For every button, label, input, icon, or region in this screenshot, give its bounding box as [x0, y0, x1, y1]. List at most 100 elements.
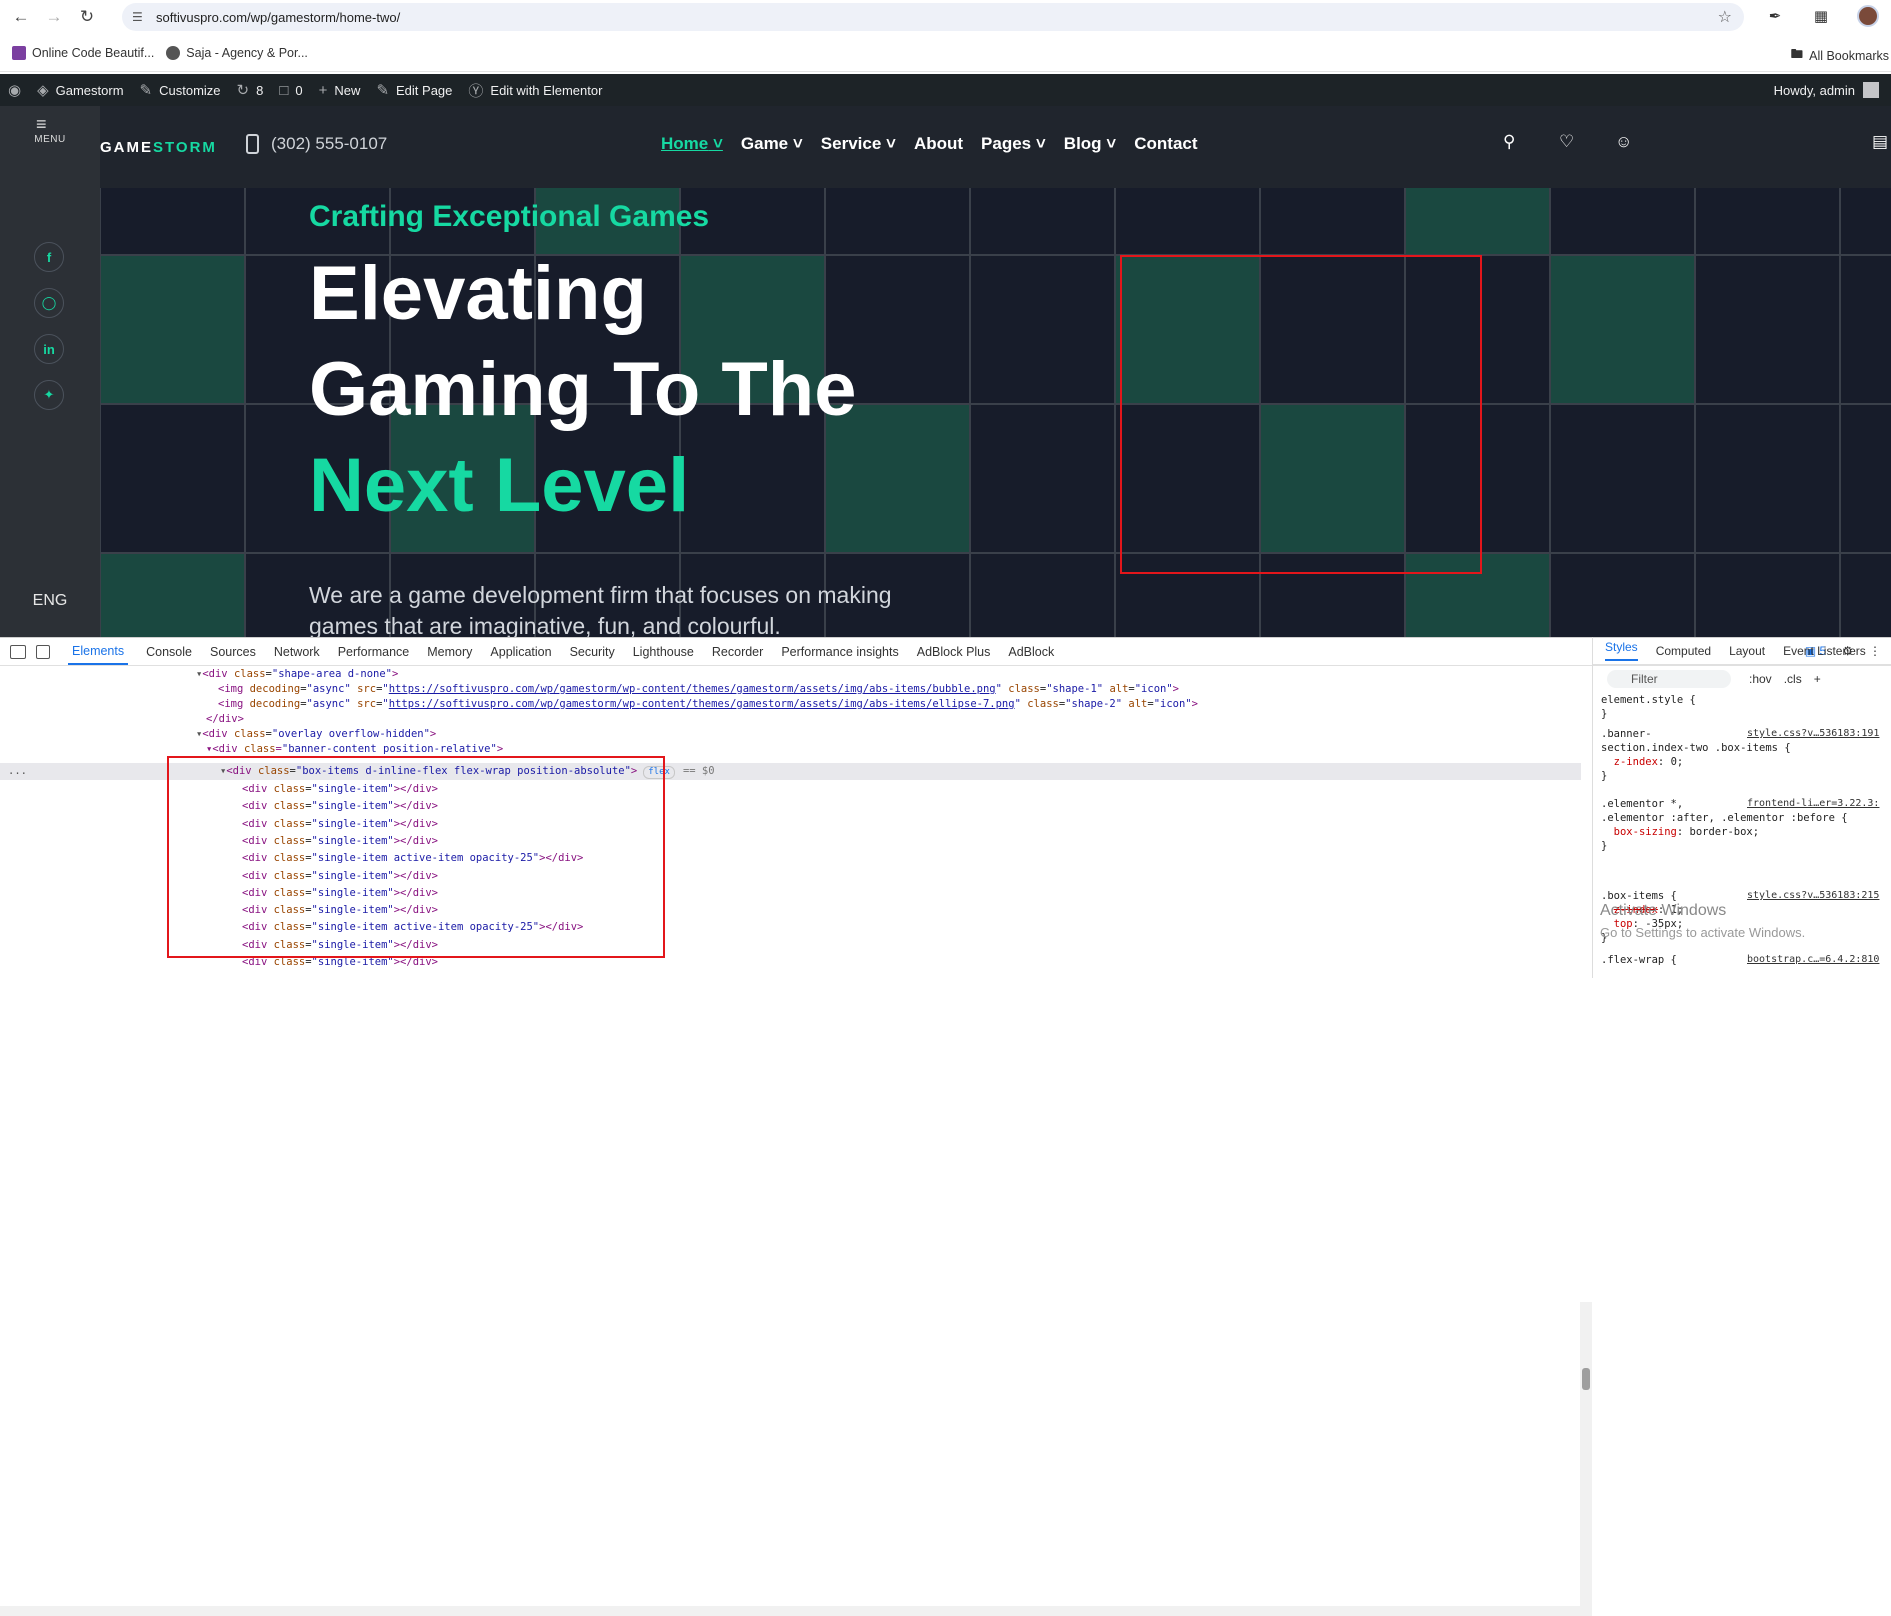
phone-icon: [246, 134, 259, 154]
tab-performance-insights[interactable]: Performance insights: [781, 639, 898, 665]
url-text[interactable]: softivuspro.com/wp/gamestorm/home-two/: [156, 10, 400, 25]
bookmark-item[interactable]: Online Code Beautif...: [12, 45, 154, 60]
brush-icon: ✎: [139, 82, 153, 99]
cls-toggle[interactable]: .cls: [1784, 672, 1802, 686]
nav-home[interactable]: Home ˅: [661, 134, 723, 154]
plus-icon: +: [318, 81, 328, 99]
dom-scrollbar-thumb[interactable]: [1582, 1368, 1590, 1390]
nav-contact[interactable]: Contact: [1134, 134, 1197, 154]
grid-cell: [1695, 404, 1840, 553]
styles-filter-input[interactable]: Filter: [1607, 670, 1731, 688]
grid-cell: [1550, 553, 1695, 637]
device-toggle-icon[interactable]: [36, 644, 50, 659]
reload-icon[interactable]: ↻: [75, 5, 99, 29]
user-icon[interactable]: ☺: [1615, 132, 1632, 152]
admin-updates[interactable]: ↻ 8: [237, 81, 264, 99]
bookmark-favicon: [12, 45, 26, 60]
tab-styles[interactable]: Styles: [1605, 640, 1638, 661]
tab-lighthouse[interactable]: Lighthouse: [633, 639, 694, 665]
dashboard-icon: ◈: [37, 82, 49, 99]
linkedin-icon[interactable]: in: [34, 334, 64, 364]
browser-toolbar: ← → ↻ ☰ softivuspro.com/wp/gamestorm/hom…: [0, 0, 1891, 34]
nav-pages[interactable]: Pages ˅: [981, 134, 1046, 154]
inspect-icon[interactable]: [10, 644, 26, 659]
tab-performance[interactable]: Performance: [338, 639, 410, 665]
horizontal-scrollbar[interactable]: [0, 1606, 1580, 1616]
bookmarks-bar: Online Code Beautif... Saja - Agency & P…: [0, 34, 1891, 72]
nav-service[interactable]: Service ˅: [821, 134, 896, 154]
admin-comments[interactable]: □ 0: [279, 82, 302, 99]
style-rule[interactable]: .flex-wrap {bootstrap.c…=6.4.2:810: [1601, 953, 1879, 967]
eyedropper-icon[interactable]: ✒: [1765, 6, 1785, 26]
bookmark-star-icon[interactable]: ☆: [1718, 7, 1732, 27]
tab-elements[interactable]: Elements: [68, 638, 129, 665]
menu-icon[interactable]: ≡: [36, 114, 60, 135]
tab-console[interactable]: Console: [146, 639, 192, 665]
address-bar[interactable]: ☰ softivuspro.com/wp/gamestorm/home-two/…: [122, 3, 1744, 31]
search-icon[interactable]: ⚲: [1503, 132, 1515, 152]
site-header: GAMESTORM (302) 555-0107 Home ˅ Game ˅ S…: [100, 106, 1891, 188]
nav-game[interactable]: Game ˅: [741, 134, 803, 154]
back-icon[interactable]: ←: [9, 5, 33, 29]
site-viewport: GAMESTORM (302) 555-0107 Home ˅ Game ˅ S…: [0, 106, 1891, 637]
tab-sources[interactable]: Sources: [210, 639, 256, 665]
nav-blog[interactable]: Blog ˅: [1064, 134, 1116, 154]
twitter-icon[interactable]: ✦: [34, 380, 64, 410]
tab-event-listeners[interactable]: Event Listeners: [1783, 644, 1866, 658]
style-rule[interactable]: .banner- section.index-two .box-items { …: [1601, 727, 1879, 783]
tab-application[interactable]: Application: [490, 639, 551, 665]
grid-cell: [1695, 553, 1840, 637]
highlight-box-page: [1120, 255, 1482, 574]
tab-memory[interactable]: Memory: [427, 639, 472, 665]
heart-icon[interactable]: ♡: [1559, 132, 1574, 152]
tab-recorder[interactable]: Recorder: [712, 639, 763, 665]
extensions-icon[interactable]: ▦: [1811, 6, 1831, 26]
wordpress-logo-icon[interactable]: ◉: [8, 81, 21, 99]
updates-icon: ↻: [236, 82, 250, 99]
styles-tabs: Styles Computed Layout Event Listeners: [1593, 637, 1891, 665]
tab-computed[interactable]: Computed: [1656, 644, 1711, 658]
all-bookmarks-button[interactable]: 🖿 All Bookmarks: [1791, 45, 1889, 66]
admin-howdy[interactable]: Howdy, admin: [1774, 82, 1879, 98]
dom-scrollbar[interactable]: [1580, 1302, 1592, 1616]
dom-link[interactable]: https://softivuspro.com/wp/gamestorm/wp-…: [389, 698, 1015, 710]
site-logo[interactable]: GAMESTORM: [100, 139, 217, 156]
grid-cell: [1550, 404, 1695, 553]
admin-elementor[interactable]: Ⓨ Edit with Elementor: [468, 80, 602, 101]
language-switcher[interactable]: ENG: [0, 592, 100, 610]
menu-label[interactable]: MENU: [0, 134, 100, 145]
cart-icon[interactable]: ▤: [1872, 132, 1888, 152]
tab-security[interactable]: Security: [570, 639, 615, 665]
facebook-icon[interactable]: f: [34, 242, 64, 272]
admin-new[interactable]: + New: [319, 82, 361, 99]
tab-adblock[interactable]: AdBlock: [1008, 639, 1054, 665]
admin-customize[interactable]: ✎ Customize: [140, 81, 221, 99]
admin-edit-page[interactable]: ✎ Edit Page: [376, 81, 452, 99]
site-info-icon[interactable]: ☰: [132, 10, 150, 24]
hov-toggle[interactable]: :hov: [1749, 672, 1772, 686]
new-rule-icon[interactable]: +: [1814, 672, 1821, 686]
dom-link[interactable]: https://softivuspro.com/wp/gamestorm/wp-…: [389, 683, 996, 695]
hero-title: Elevating Gaming To The Next Level: [309, 251, 857, 528]
windows-watermark-sub: Go to Settings to activate Windows.: [1600, 925, 1806, 940]
highlight-box-dom: [167, 756, 665, 958]
style-rule[interactable]: element.style { }: [1601, 693, 1696, 721]
main-navigation: Home ˅ Game ˅ Service ˅ About Pages ˅ Bl…: [661, 134, 1198, 154]
forward-icon[interactable]: →: [42, 5, 66, 29]
style-rule[interactable]: .elementor *, .elementor :after, .elemen…: [1601, 797, 1879, 853]
folder-icon: 🖿: [1790, 47, 1804, 61]
bookmark-item[interactable]: Saja - Agency & Por...: [166, 45, 308, 60]
instagram-icon[interactable]: ◯: [34, 288, 64, 318]
node-menu-ellipsis[interactable]: ...: [8, 763, 27, 779]
windows-watermark-title: Activate Windows: [1600, 902, 1727, 919]
admin-avatar: [1863, 82, 1879, 98]
tab-network[interactable]: Network: [274, 639, 320, 665]
tab-layout[interactable]: Layout: [1729, 644, 1765, 658]
grid-cell: [1840, 255, 1891, 404]
grid-cell: [1840, 553, 1891, 637]
tab-adblock-plus[interactable]: AdBlock Plus: [917, 639, 991, 665]
admin-site-name[interactable]: ◈ Gamestorm: [37, 81, 123, 99]
header-phone[interactable]: (302) 555-0107: [246, 134, 387, 154]
profile-avatar[interactable]: [1857, 5, 1879, 27]
nav-about[interactable]: About: [914, 134, 963, 154]
